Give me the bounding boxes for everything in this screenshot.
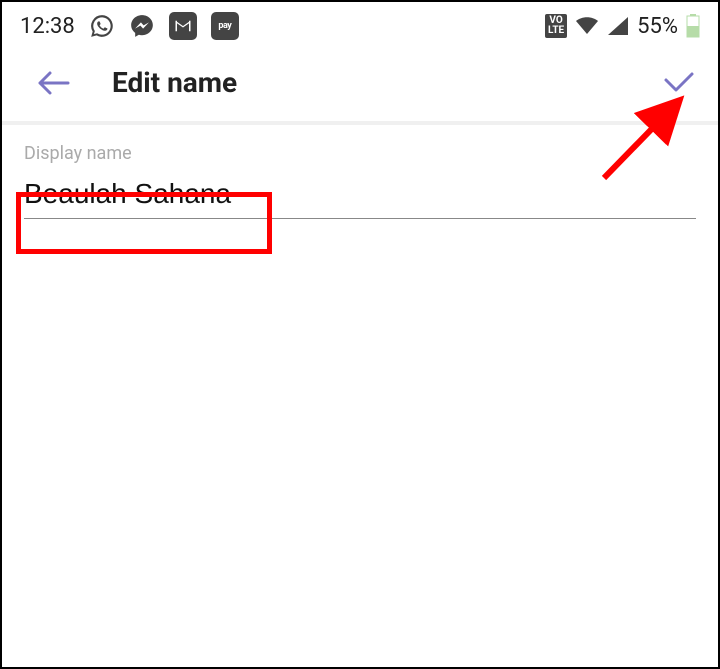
whatsapp-icon [89, 13, 115, 39]
volte-icon: VOLTE [545, 14, 567, 38]
arrow-left-icon [36, 69, 70, 97]
status-time: 12:38 [20, 14, 75, 39]
paytm-icon: pay [211, 12, 239, 40]
check-icon [662, 70, 696, 94]
back-button[interactable] [36, 69, 70, 97]
messenger-icon [129, 13, 155, 39]
battery-percentage: 55% [637, 14, 678, 39]
status-left: 12:38 pay [20, 12, 239, 40]
status-bar: 12:38 pay VOLTE 55% [2, 2, 718, 46]
display-name-input[interactable] [24, 172, 696, 219]
content-area: Display name [2, 125, 718, 237]
wifi-icon [575, 16, 599, 36]
display-name-label: Display name [24, 143, 696, 164]
battery-icon [686, 14, 700, 38]
app-bar: Edit name [2, 46, 718, 125]
cell-signal-icon [607, 16, 629, 36]
confirm-button[interactable] [662, 70, 696, 98]
gmail-icon [169, 12, 197, 40]
status-right: VOLTE 55% [545, 14, 700, 39]
page-title: Edit name [112, 66, 237, 99]
